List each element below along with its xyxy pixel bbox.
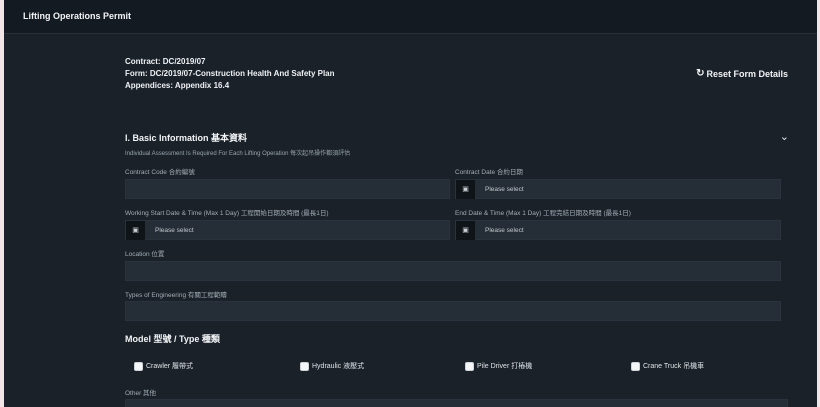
chevron-down-icon[interactable]: ⌄ <box>780 130 789 143</box>
end-datetime-placeholder: Please select <box>485 226 524 234</box>
start-datetime-picker[interactable]: ▣ Please select <box>125 220 450 240</box>
reset-form-label: Reset Form Details <box>706 68 788 79</box>
end-datetime-label: End Date & Time (Max 1 Day) 工程完結日期及時間 (最… <box>455 210 631 217</box>
calendar-icon[interactable]: ▣ <box>456 179 475 199</box>
app-title: Lifting Operations Permit <box>23 11 132 21</box>
engineering-label: Types of Engineering 有關工程範疇 <box>125 292 227 299</box>
checkbox-box[interactable] <box>465 361 474 371</box>
end-datetime-picker[interactable]: ▣ Please select <box>455 220 781 240</box>
section-note: Individual Assessment Is Required For Ea… <box>125 151 351 157</box>
checkbox-label: Hydraulic 液壓式 <box>312 363 365 370</box>
start-datetime-placeholder: Please select <box>155 226 194 234</box>
checkbox-box[interactable] <box>300 361 309 371</box>
contract-code-label: Contract Code 合約編號 <box>125 169 195 176</box>
section-title: I. Basic Information 基本資料 <box>125 133 248 143</box>
location-input[interactable] <box>125 261 781 281</box>
top-bar: Lifting Operations Permit <box>4 0 817 34</box>
checkbox-hydraulic[interactable]: Hydraulic 液壓式 <box>300 361 364 371</box>
appendices-line: Appendices: Appendix 16.4 <box>125 81 230 90</box>
engineering-input[interactable] <box>125 301 781 321</box>
contract-date-picker[interactable]: ▣ Please select <box>455 179 781 199</box>
contract-date-placeholder: Please select <box>485 185 524 193</box>
contract-line: Contract: DC/2019/07 <box>125 57 206 66</box>
checkbox-label: Pile Driver 打樁機 <box>477 363 533 370</box>
contract-code-input[interactable] <box>125 179 450 199</box>
checkbox-label: Crane Truck 吊機車 <box>643 363 705 370</box>
checkbox-label: Crawler 履帶式 <box>146 363 194 370</box>
reset-form-button[interactable]: ↻ Reset Form Details <box>696 68 788 79</box>
checkbox-pile-driver[interactable]: Pile Driver 打樁機 <box>465 361 532 371</box>
start-datetime-label: Working Start Date & Time (Max 1 Day) 工程… <box>125 210 329 217</box>
form-line: Form: DC/2019/07-Construction Health And… <box>125 69 335 78</box>
checkbox-crawler[interactable]: Crawler 履帶式 <box>134 361 193 371</box>
checkbox-crane-truck[interactable]: Crane Truck 吊機車 <box>631 361 704 371</box>
other-input[interactable] <box>125 399 788 407</box>
form-window: Lifting Operations Permit Contract: DC/2… <box>4 0 817 407</box>
checkbox-box[interactable] <box>134 361 143 371</box>
checkbox-box[interactable] <box>631 361 640 371</box>
other-label: Other 其他 <box>125 390 157 397</box>
calendar-icon[interactable]: ▣ <box>126 220 145 240</box>
refresh-icon: ↻ <box>696 68 705 79</box>
contract-meta: Contract: DC/2019/07 Form: DC/2019/07-Co… <box>125 56 335 92</box>
calendar-icon[interactable]: ▣ <box>456 220 475 240</box>
location-label: Location 位置 <box>125 251 165 258</box>
contract-date-label: Contract Date 合約日期 <box>455 169 523 176</box>
model-title: Model 型號 / Type 種類 <box>125 334 220 344</box>
